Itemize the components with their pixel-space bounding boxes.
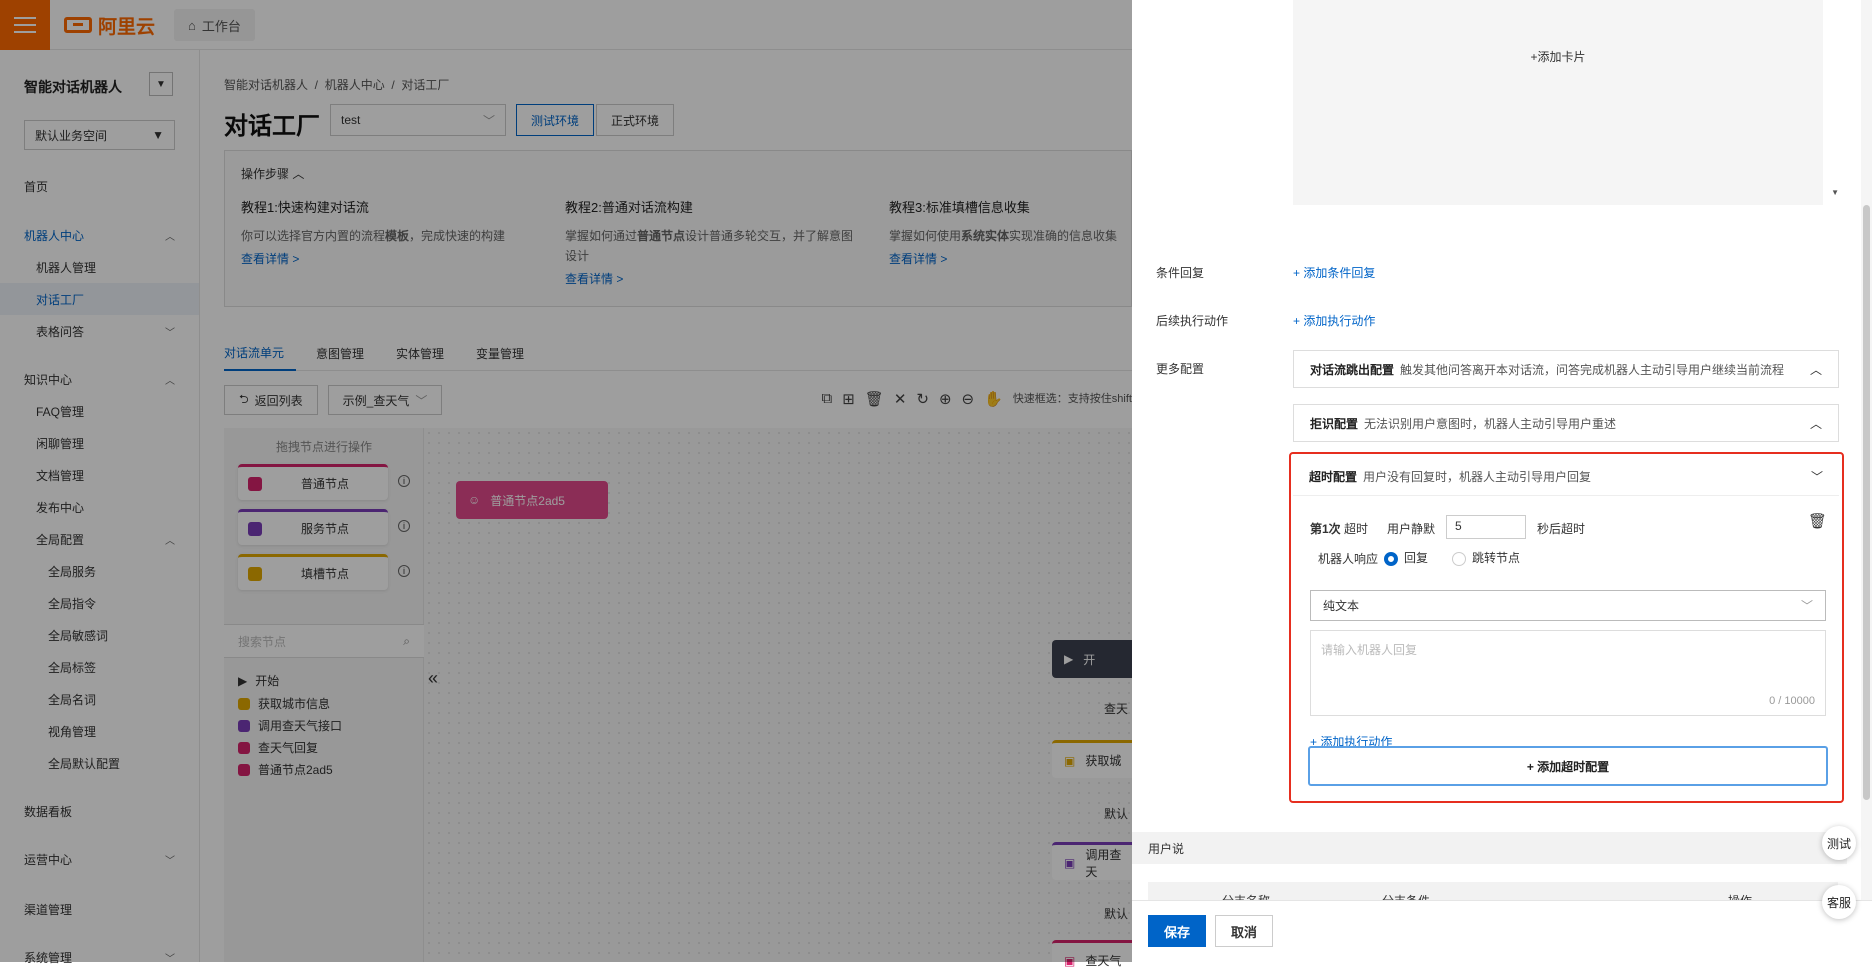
cancel-button[interactable]: 取消 bbox=[1215, 915, 1273, 947]
user-silent-label: 用户静默 bbox=[1387, 522, 1436, 536]
more-config-label: 更多配置 bbox=[1156, 362, 1205, 376]
add-card-button[interactable]: +添加卡片 bbox=[1293, 48, 1823, 65]
caret-down-icon[interactable]: ▼ bbox=[1831, 188, 1839, 197]
modal-overlay[interactable] bbox=[0, 0, 1132, 962]
add-action-link[interactable]: + 添加执行动作 bbox=[1293, 312, 1375, 329]
card-area: +添加卡片 ▼ bbox=[1293, 0, 1839, 205]
bot-reply-textarea[interactable]: 请输入机器人回复 0 / 10000 bbox=[1310, 630, 1826, 716]
chevron-down-icon: ﹀ bbox=[1810, 470, 1823, 484]
timeout-config-panel[interactable]: 超时配置 用户没有回复时，机器人主动引导用户回复 ﹀ bbox=[1293, 458, 1839, 496]
branch-table-header: 分支名称 分支条件 操作 bbox=[1148, 882, 1838, 902]
jumpout-config-panel[interactable]: 对话流跳出配置 触发其他问答离开本对话流，问答完成机器人主动引导用户继续当前流程 ︿ bbox=[1293, 350, 1839, 388]
follow-action-label: 后续执行动作 bbox=[1156, 314, 1229, 328]
radio-reply[interactable]: 回复 bbox=[1384, 549, 1428, 566]
reply-type-select[interactable]: 纯文本 ﹀ bbox=[1310, 590, 1826, 621]
add-timeout-config-button[interactable]: + 添加超时配置 bbox=[1308, 746, 1828, 786]
float-test-button[interactable]: 测试 bbox=[1822, 826, 1856, 860]
reject-config-panel[interactable]: 拒识配置 无法识别用户意图时，机器人主动引导用户重述 ︿ bbox=[1293, 404, 1839, 442]
silent-seconds-input[interactable]: 5 bbox=[1446, 515, 1526, 539]
trash-icon[interactable]: 🗑 bbox=[1808, 512, 1827, 530]
float-service-button[interactable]: 客服 bbox=[1822, 885, 1856, 919]
radio-jump-node[interactable]: 跳转节点 bbox=[1452, 549, 1520, 566]
timeout-index: 第1次 超时 bbox=[1310, 522, 1369, 536]
char-counter: 0 / 10000 bbox=[1769, 695, 1815, 707]
chevron-up-icon: ︿ bbox=[1809, 362, 1822, 377]
seconds-after-label: 秒后超时 bbox=[1537, 522, 1586, 536]
add-cond-reply-link[interactable]: + 添加条件回复 bbox=[1293, 264, 1375, 281]
save-button[interactable]: 保存 bbox=[1148, 915, 1206, 947]
drawer-scrollbar[interactable] bbox=[1861, 0, 1872, 900]
chevron-up-icon: ︿ bbox=[1809, 416, 1822, 431]
node-config-drawer: +添加卡片 ▼ 条件回复 + 添加条件回复 后续执行动作 + 添加执行动作 更多… bbox=[1132, 0, 1872, 962]
user-says-section: 用户说 bbox=[1132, 832, 1847, 864]
chevron-down-icon: ﹀ bbox=[1800, 599, 1813, 613]
drawer-footer: 保存 取消 bbox=[1132, 900, 1872, 962]
bot-response-label: 机器人响应 bbox=[1318, 552, 1379, 566]
cond-reply-label: 条件回复 bbox=[1156, 266, 1205, 280]
